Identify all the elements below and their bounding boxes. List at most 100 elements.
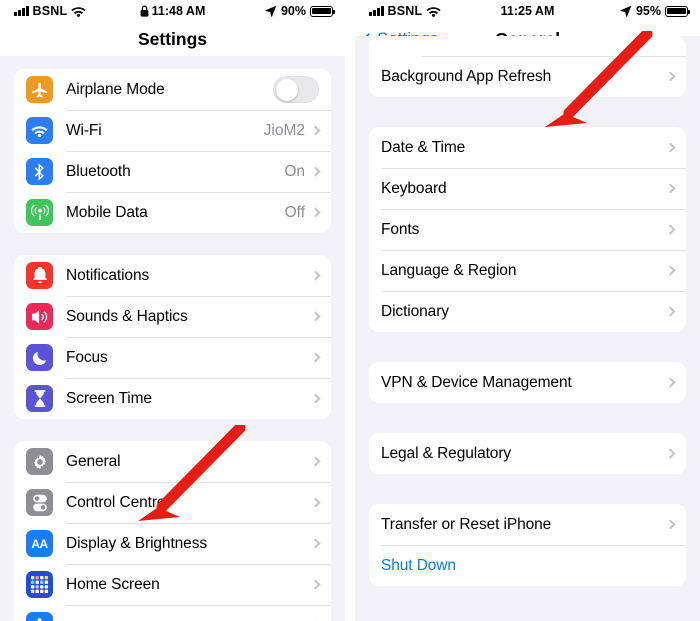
- general-group-localization: Date & Time Keyboard Fonts Language & Re…: [369, 127, 686, 332]
- chevron-right-icon: [310, 311, 321, 322]
- settings-row-home-screen[interactable]: Home Screen: [14, 564, 331, 605]
- general-row-shut-down[interactable]: Shut Down: [369, 545, 686, 586]
- general-row-keyboard[interactable]: Keyboard: [369, 168, 686, 209]
- chevron-right-icon: [310, 125, 321, 136]
- settings-row-airplane-mode[interactable]: Airplane Mode: [14, 69, 331, 110]
- settings-row-label: Home Screen: [66, 575, 160, 593]
- general-row-label: Date & Time: [381, 138, 466, 156]
- chevron-right-icon: [665, 519, 676, 530]
- settings-row-general[interactable]: General: [14, 441, 331, 482]
- left-nav-bar: Settings: [0, 22, 345, 56]
- settings-row-sounds-haptics[interactable]: Sounds & Haptics: [14, 296, 331, 337]
- chevron-right-icon: [310, 497, 321, 508]
- clock-label: 11:48 AM: [151, 4, 206, 18]
- general-row-placeholder-cutoff: [369, 36, 686, 56]
- moon-icon: [26, 344, 53, 371]
- general-row-label: Legal & Regulatory: [381, 444, 512, 462]
- chevron-right-icon: [310, 393, 321, 404]
- right-phone-screen-general: BSNL 11:25 AM 95% Setting: [355, 0, 700, 621]
- general-group-vpn: VPN & Device Management: [369, 362, 686, 403]
- settings-group-general: General Control Centre AA Display & Brig…: [14, 441, 331, 621]
- clock-label: 11:25 AM: [500, 4, 555, 18]
- chevron-right-icon: [665, 183, 676, 194]
- general-row-label: Fonts: [381, 220, 420, 238]
- lock-icon: [140, 5, 149, 17]
- battery-percent-label: 95%: [635, 4, 661, 18]
- settings-row-label: Wi-Fi: [66, 121, 102, 139]
- settings-row-label: General: [66, 452, 121, 470]
- right-general-list[interactable]: Background App Refresh Date & Time Keybo…: [355, 31, 700, 601]
- general-row-label: Dictionary: [381, 302, 449, 320]
- general-row-label: Keyboard: [381, 179, 447, 197]
- settings-row-partial-cutoff[interactable]: [14, 605, 331, 621]
- accessibility-icon: [26, 612, 53, 621]
- settings-row-label: Focus: [66, 348, 108, 366]
- settings-row-mobile-data[interactable]: Mobile Data Off: [14, 192, 331, 233]
- settings-row-label: Display & Brightness: [66, 534, 208, 552]
- general-row-label: Shut Down: [381, 556, 456, 574]
- general-row-background-app-refresh[interactable]: Background App Refresh: [369, 56, 686, 97]
- location-arrow-icon: [620, 5, 632, 17]
- general-group-legal: Legal & Regulatory: [369, 433, 686, 474]
- settings-row-label: Notifications: [66, 266, 150, 284]
- settings-row-focus[interactable]: Focus: [14, 337, 331, 378]
- status-right: 95%: [620, 4, 691, 18]
- settings-row-display-brightness[interactable]: AA Display & Brightness: [14, 523, 331, 564]
- chevron-right-icon: [665, 448, 676, 459]
- general-row-fonts[interactable]: Fonts: [369, 209, 686, 250]
- chevron-right-icon: [665, 142, 676, 153]
- carrier-label: BSNL: [387, 4, 423, 18]
- general-row-legal-regulatory[interactable]: Legal & Regulatory: [369, 433, 686, 474]
- bell-icon: [26, 262, 53, 289]
- chevron-right-icon: [310, 352, 321, 363]
- general-row-language-region[interactable]: Language & Region: [369, 250, 686, 291]
- chevron-right-icon: [665, 265, 676, 276]
- left-phone-screen-settings: BSNL 11:48 AM 90% Settings Airplane Mode…: [0, 0, 345, 621]
- battery-icon: [665, 5, 691, 17]
- chevron-right-icon: [310, 538, 321, 549]
- chevron-right-icon: [665, 71, 676, 82]
- display-brightness-icon: AA: [26, 530, 53, 557]
- settings-row-label: Bluetooth: [66, 162, 131, 180]
- settings-row-screen-time[interactable]: Screen Time: [14, 378, 331, 419]
- general-group-background-refresh: Background App Refresh: [369, 36, 686, 97]
- status-left: BSNL: [369, 4, 441, 18]
- settings-row-label: Airplane Mode: [66, 80, 165, 98]
- settings-row-value: JioM2: [263, 121, 305, 139]
- wifi-icon: [426, 6, 441, 17]
- signal-bars-icon: [14, 6, 29, 16]
- control-centre-icon: [26, 489, 53, 516]
- gear-icon: [26, 448, 53, 475]
- chevron-right-icon: [665, 224, 676, 235]
- settings-group-notifications: Notifications Sounds & Haptics Focus Scr…: [14, 255, 331, 419]
- battery-percent-label: 90%: [280, 4, 306, 18]
- airplane-mode-toggle[interactable]: [273, 76, 319, 103]
- chevron-right-icon: [310, 456, 321, 467]
- dual-screenshot-container: BSNL 11:48 AM 90% Settings Airplane Mode…: [0, 0, 700, 621]
- bluetooth-icon: [26, 158, 53, 185]
- general-row-label: Language & Region: [381, 261, 517, 279]
- page-title: Settings: [137, 28, 208, 49]
- settings-row-notifications[interactable]: Notifications: [14, 255, 331, 296]
- general-row-dictionary[interactable]: Dictionary: [369, 291, 686, 332]
- settings-row-control-centre[interactable]: Control Centre: [14, 482, 331, 523]
- settings-row-label: Screen Time: [66, 389, 152, 407]
- right-status-bar: BSNL 11:25 AM 95%: [355, 0, 700, 22]
- general-row-transfer-or-reset-iphone[interactable]: Transfer or Reset iPhone: [369, 504, 686, 545]
- general-row-label: Transfer or Reset iPhone: [381, 515, 552, 533]
- chevron-right-icon: [665, 377, 676, 388]
- chevron-right-icon: [310, 166, 321, 177]
- hourglass-icon: [26, 385, 53, 412]
- settings-group-connectivity: Airplane Mode Wi-Fi JioM2 Bluetooth On M…: [14, 69, 331, 233]
- left-settings-list[interactable]: Airplane Mode Wi-Fi JioM2 Bluetooth On M…: [0, 56, 345, 621]
- chevron-right-icon: [310, 270, 321, 281]
- home-screen-icon: [26, 571, 53, 598]
- settings-row-bluetooth[interactable]: Bluetooth On: [14, 151, 331, 192]
- settings-row-label: Sounds & Haptics: [66, 307, 188, 325]
- settings-row-wifi[interactable]: Wi-Fi JioM2: [14, 110, 331, 151]
- general-row-label: VPN & Device Management: [381, 373, 572, 391]
- general-row-date-time[interactable]: Date & Time: [369, 127, 686, 168]
- general-row-vpn-device-management[interactable]: VPN & Device Management: [369, 362, 686, 403]
- settings-row-value: Off: [284, 203, 305, 221]
- airplane-icon: [26, 76, 53, 103]
